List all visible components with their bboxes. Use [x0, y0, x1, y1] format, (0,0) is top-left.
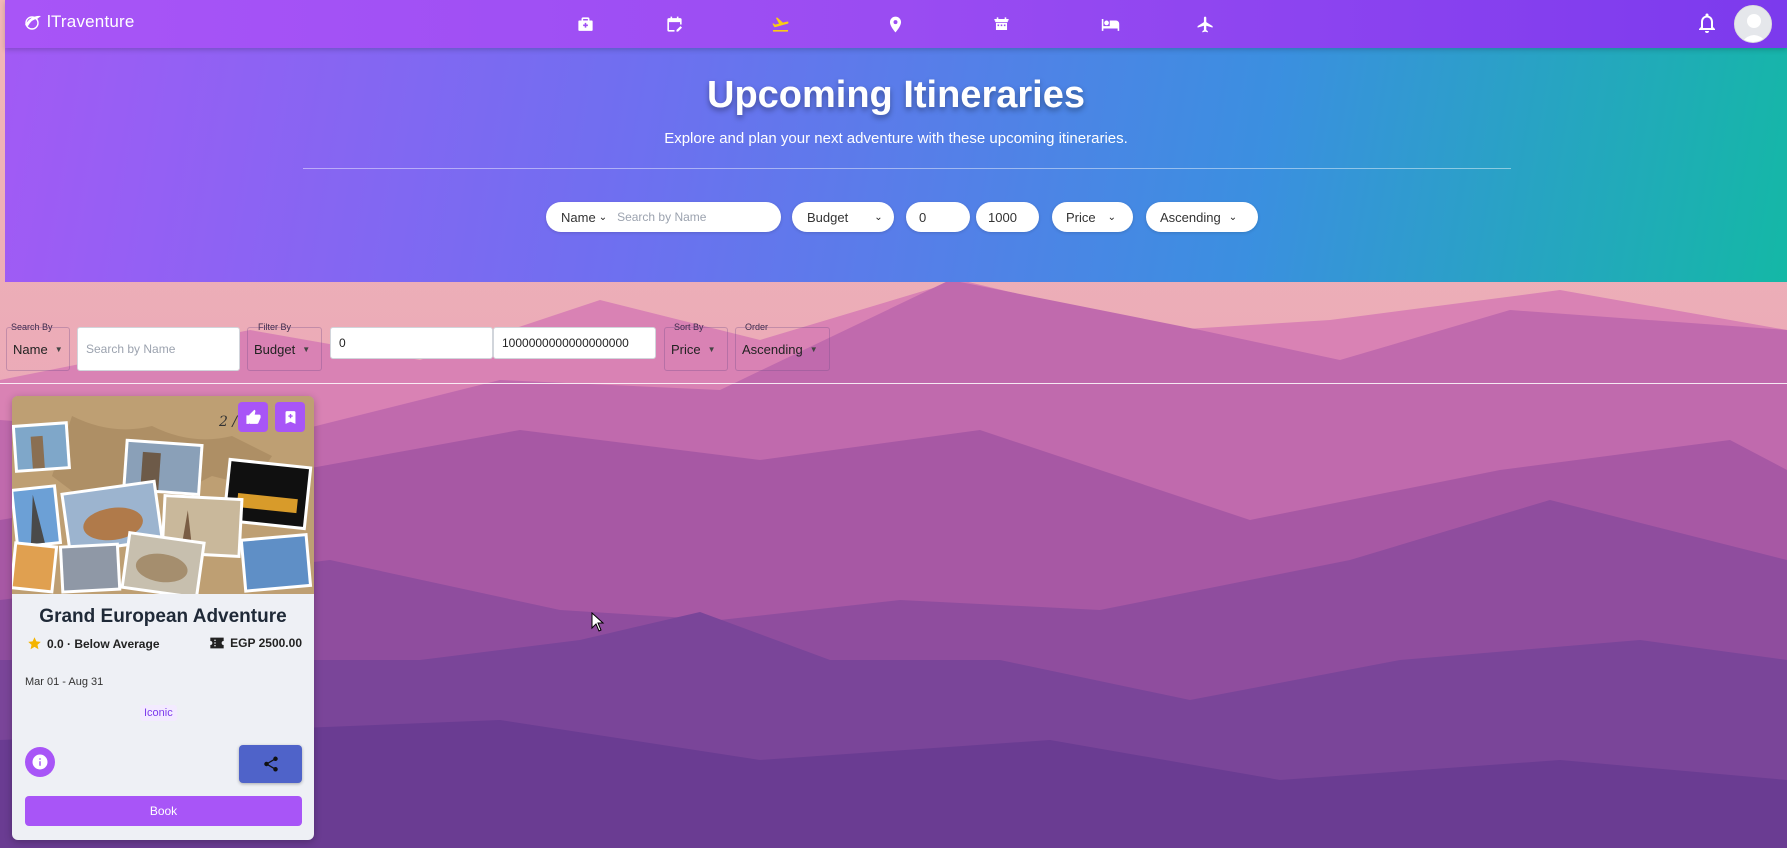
search-by-select[interactable]: Name ▼ [6, 327, 70, 371]
hero-search-group: Name ⌄ [546, 202, 781, 232]
itinerary-dates: Mar 01 - Aug 31 [25, 676, 104, 688]
logo[interactable]: lTraventure [23, 12, 135, 32]
app-name: lTraventure [47, 12, 135, 31]
max-budget-input[interactable] [493, 327, 656, 359]
suitcase-icon[interactable] [573, 12, 597, 36]
event-icon[interactable] [989, 12, 1013, 36]
page-title: Upcoming Itineraries [707, 74, 1085, 116]
itinerary-price: EGP 2500.00 [209, 636, 302, 650]
hero-min-input[interactable]: 0 [906, 202, 970, 232]
hero-search-by-value: Name [561, 209, 596, 225]
dropdown-arrow-icon: ▼ [54, 344, 63, 354]
order-value: Ascending [742, 341, 803, 357]
filter-by-value: Budget [254, 341, 296, 357]
mouse-cursor-icon [591, 612, 605, 632]
hero-search-input[interactable] [617, 210, 768, 224]
hero-order-value: Ascending [1160, 209, 1221, 225]
notification-bell-icon[interactable] [1695, 11, 1721, 37]
hero-order-select[interactable]: Ascending ⌄ [1146, 202, 1258, 232]
top-navbar: lTraventure [5, 0, 1787, 48]
calendar-edit-icon[interactable] [662, 12, 686, 36]
star-icon [28, 637, 41, 650]
hero-max-value: 1000 [988, 209, 1017, 225]
bed-icon[interactable] [1098, 12, 1122, 36]
rating-text: 0.0 · Below Average [47, 636, 160, 651]
user-silhouette-icon [1735, 6, 1771, 42]
itinerary-image: 2 / [12, 396, 314, 594]
search-by-value: Name [13, 341, 48, 357]
itinerary-title: Grand European Adventure [39, 606, 287, 627]
chevron-down-icon: ⌄ [1228, 211, 1238, 223]
bookmark-add-icon [285, 410, 295, 424]
hero-min-value: 0 [919, 209, 927, 225]
order-select[interactable]: Ascending ▼ [735, 327, 830, 371]
user-avatar[interactable] [1734, 5, 1772, 43]
hero-filter-by-value: Budget [807, 209, 849, 225]
page: lTraventure Upcoming Itineraries Explore… [0, 0, 1787, 848]
airplane-icon[interactable] [1193, 12, 1217, 36]
hero-divider [303, 168, 1511, 169]
ticket-icon [210, 637, 224, 649]
sort-by-value: Price [671, 341, 701, 357]
hero-filter-by-select[interactable]: Budget ⌄ [792, 202, 894, 232]
hero-sort-by-select[interactable]: Price ⌄ [1052, 202, 1133, 232]
logo-globe-icon [25, 15, 41, 30]
itinerary-card[interactable]: 2 / Grand European Adventure 0.0 · Below… [12, 396, 314, 840]
thumbs-up-icon [245, 409, 261, 424]
chevron-down-icon: ⌄ [1107, 211, 1117, 223]
dropdown-arrow-icon: ▼ [707, 344, 716, 354]
min-budget-input[interactable] [330, 327, 493, 359]
like-button[interactable] [238, 402, 268, 432]
hero-sort-by-value: Price [1066, 209, 1096, 225]
location-pin-icon[interactable] [883, 12, 907, 36]
flight-takeoff-icon[interactable] [768, 12, 792, 36]
info-button[interactable] [25, 747, 55, 777]
dropdown-arrow-icon: ▼ [302, 344, 311, 354]
book-button[interactable]: Book [25, 796, 302, 826]
itinerary-rating: 0.0 · Below Average [27, 636, 160, 651]
share-button[interactable] [239, 745, 302, 783]
share-icon [263, 756, 278, 772]
hero-section: Upcoming Itineraries Explore and plan yo… [5, 48, 1787, 282]
itinerary-tag[interactable]: Iconic [140, 705, 177, 721]
hero-search-by-select[interactable]: Name ⌄ [561, 210, 607, 225]
search-input[interactable] [77, 327, 240, 371]
filter-by-select[interactable]: Budget ▼ [247, 327, 322, 371]
filter-divider [0, 383, 1787, 384]
bookmark-button[interactable] [275, 402, 305, 432]
chevron-down-icon: ⌄ [598, 211, 608, 223]
sort-by-select[interactable]: Price ▼ [664, 327, 728, 371]
hero-max-input[interactable]: 1000 [976, 202, 1039, 232]
dropdown-arrow-icon: ▼ [809, 344, 818, 354]
price-text: EGP 2500.00 [230, 636, 302, 650]
info-icon [32, 754, 48, 770]
image-handwriting: 2 / [218, 414, 238, 430]
chevron-down-icon: ⌄ [874, 211, 883, 223]
page-subtitle: Explore and plan your next adventure wit… [664, 130, 1128, 147]
